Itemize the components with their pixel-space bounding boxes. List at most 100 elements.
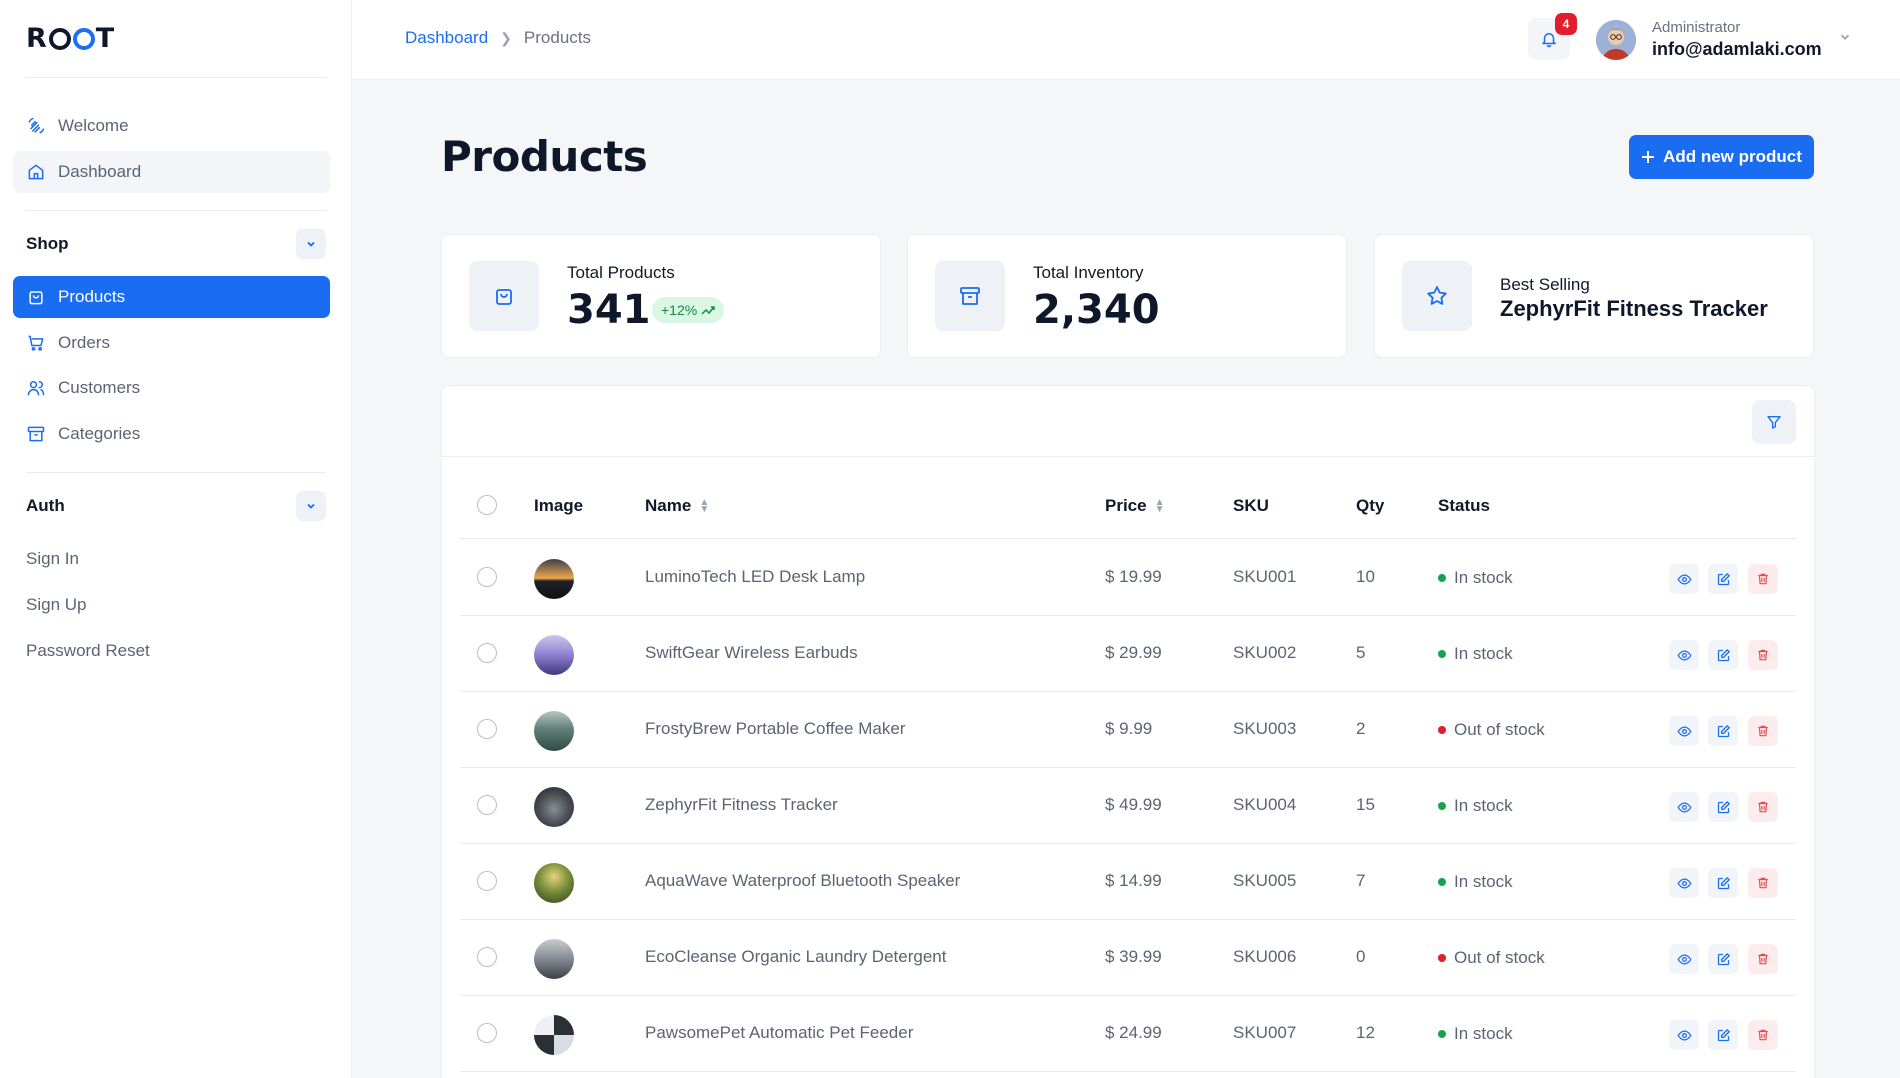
row-checkbox[interactable] <box>477 567 497 587</box>
notification-count-badge: 4 <box>1555 13 1577 35</box>
product-name[interactable]: FrostyBrew Portable Coffee Maker <box>645 719 905 739</box>
product-name[interactable]: ZephyrFit Fitness Tracker <box>645 795 838 815</box>
status-badge: In stock <box>1438 872 1513 892</box>
sidebar-group-shop[interactable]: Shop <box>26 229 326 259</box>
view-button[interactable] <box>1669 1020 1699 1050</box>
column-header-sku: SKU <box>1233 496 1269 516</box>
sort-icon[interactable]: ▲ ▼ <box>1155 498 1165 515</box>
chevron-down-icon[interactable] <box>296 491 326 521</box>
chevron-down-icon[interactable] <box>296 229 326 259</box>
edit-button[interactable] <box>1708 564 1738 594</box>
product-name[interactable]: LuminoTech LED Desk Lamp <box>645 567 865 587</box>
status-badge: In stock <box>1438 644 1513 664</box>
delete-button[interactable] <box>1748 792 1778 822</box>
product-thumbnail <box>534 939 574 979</box>
stat-label: Best Selling <box>1500 275 1590 294</box>
product-qty: 15 <box>1356 795 1375 814</box>
chevron-down-icon[interactable] <box>1838 30 1852 49</box>
product-price: $ 49.99 <box>1105 795 1162 814</box>
view-button[interactable] <box>1669 944 1699 974</box>
delete-button[interactable] <box>1748 564 1778 594</box>
edit-icon <box>1716 572 1731 587</box>
edit-button[interactable] <box>1708 640 1738 670</box>
sidebar-item-orders[interactable]: Orders <box>13 322 330 364</box>
add-new-product-button[interactable]: Add new product <box>1629 135 1814 179</box>
cart-icon <box>28 335 44 351</box>
status-dot <box>1438 878 1446 886</box>
status-badge: Out of stock <box>1438 948 1545 968</box>
row-checkbox[interactable] <box>477 871 497 891</box>
group-heading: Shop <box>26 234 69 253</box>
sidebar-item-categories[interactable]: Categories <box>13 413 330 455</box>
header-label: SKU <box>1233 496 1269 515</box>
root-logo[interactable]: RT <box>26 23 115 54</box>
delete-button[interactable] <box>1748 944 1778 974</box>
product-price: $ 9.99 <box>1105 719 1153 738</box>
breadcrumb-current: Products <box>523 28 591 47</box>
product-name[interactable]: SwiftGear Wireless Earbuds <box>645 643 858 663</box>
view-button[interactable] <box>1669 564 1699 594</box>
wave-icon <box>28 117 45 134</box>
avatar[interactable] <box>1596 20 1636 60</box>
sidebar-item-sign-in[interactable]: Sign In <box>26 549 79 569</box>
product-price: $ 14.99 <box>1105 871 1162 890</box>
star-icon <box>1402 261 1472 331</box>
shopping-bag-icon <box>469 261 539 331</box>
row-checkbox[interactable] <box>477 719 497 739</box>
divider <box>442 456 1814 457</box>
status-badge: Out of stock <box>1438 720 1545 740</box>
edit-icon <box>1716 800 1731 815</box>
edit-button[interactable] <box>1708 944 1738 974</box>
sidebar-divider <box>26 210 326 211</box>
sidebar-item-sign-up[interactable]: Sign Up <box>26 595 86 615</box>
trending-up-icon <box>701 306 715 315</box>
trash-icon <box>1756 572 1770 586</box>
delete-button[interactable] <box>1748 640 1778 670</box>
product-name[interactable]: AquaWave Waterproof Bluetooth Speaker <box>645 871 960 891</box>
sidebar-item-welcome[interactable]: Welcome <box>13 105 330 147</box>
view-button[interactable] <box>1669 868 1699 898</box>
change-value: +12% <box>661 302 698 318</box>
column-header-price[interactable]: Price ▲ ▼ <box>1105 496 1165 516</box>
column-header-qty: Qty <box>1356 496 1384 516</box>
archive-icon <box>935 261 1005 331</box>
sidebar-item-dashboard[interactable]: Dashboard <box>13 151 330 193</box>
sidebar-group-auth[interactable]: Auth <box>26 491 326 521</box>
delete-button[interactable] <box>1748 1020 1778 1050</box>
breadcrumb-dashboard-link[interactable]: Dashboard <box>405 28 488 48</box>
sidebar-item-password-reset[interactable]: Password Reset <box>26 641 150 661</box>
row-checkbox[interactable] <box>477 1023 497 1043</box>
stat-value: 341 <box>567 287 651 333</box>
row-checkbox[interactable] <box>477 947 497 967</box>
delete-button[interactable] <box>1748 716 1778 746</box>
filter-icon <box>1767 416 1781 429</box>
eye-icon <box>1677 648 1692 663</box>
product-qty: 0 <box>1356 947 1366 966</box>
shopping-bag-icon <box>29 291 43 305</box>
product-name[interactable]: PawsomePet Automatic Pet Feeder <box>645 1023 913 1043</box>
sidebar-item-customers[interactable]: Customers <box>13 367 330 409</box>
row-checkbox[interactable] <box>477 795 497 815</box>
divider <box>460 538 1796 539</box>
product-name[interactable]: EcoCleanse Organic Laundry Detergent <box>645 947 946 967</box>
header-label: Image <box>534 496 584 515</box>
status-dot <box>1438 650 1446 658</box>
edit-button[interactable] <box>1708 792 1738 822</box>
edit-button[interactable] <box>1708 1020 1738 1050</box>
status-label: In stock <box>1454 568 1513 587</box>
topbar: Dashboard ❯ Products 4 Administrator inf… <box>352 0 1900 80</box>
user-email[interactable]: info@adamlaki.com <box>1652 39 1822 60</box>
select-all-checkbox[interactable] <box>477 495 497 515</box>
row-checkbox[interactable] <box>477 643 497 663</box>
sidebar-item-products[interactable]: Products <box>13 276 330 318</box>
view-button[interactable] <box>1669 640 1699 670</box>
column-header-name[interactable]: Name ▲ ▼ <box>645 496 709 516</box>
sort-icon[interactable]: ▲ ▼ <box>699 498 709 515</box>
view-button[interactable] <box>1669 792 1699 822</box>
user-role: Administrator <box>1652 19 1741 36</box>
edit-button[interactable] <box>1708 716 1738 746</box>
edit-button[interactable] <box>1708 868 1738 898</box>
delete-button[interactable] <box>1748 868 1778 898</box>
view-button[interactable] <box>1669 716 1699 746</box>
filter-button[interactable] <box>1752 400 1796 444</box>
